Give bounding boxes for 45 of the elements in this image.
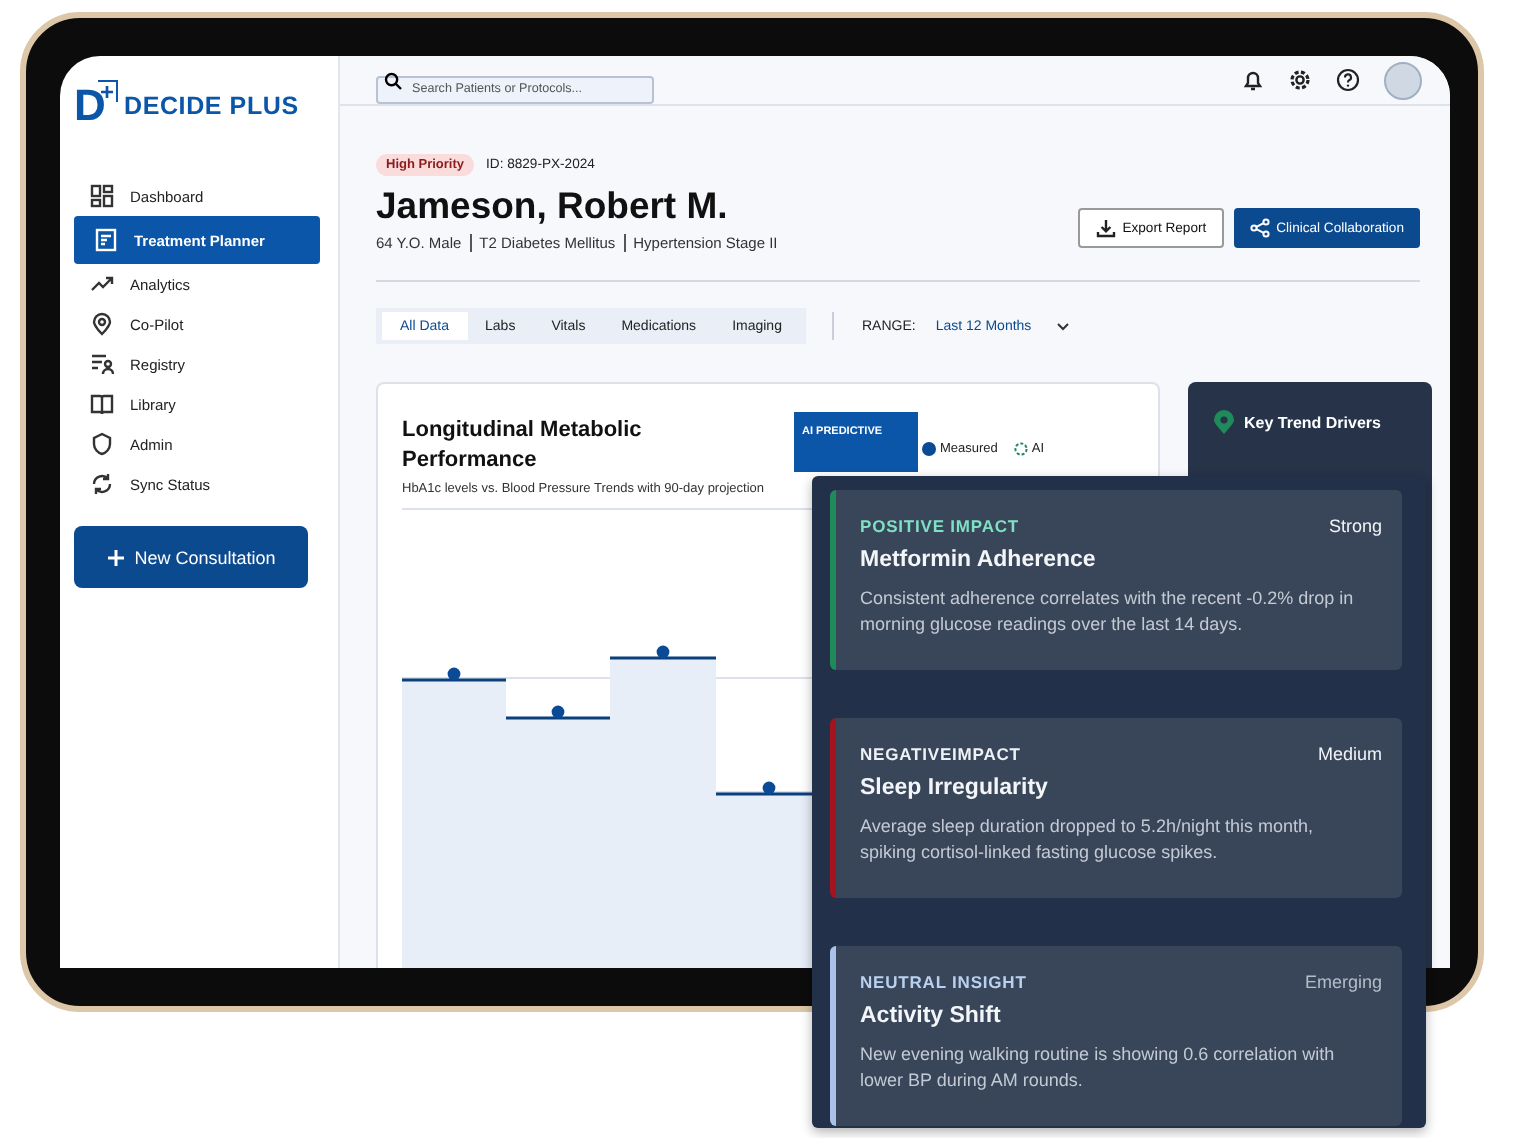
pin-icon <box>1214 410 1234 434</box>
dashed-circle-icon <box>1013 442 1028 456</box>
new-consultation-button[interactable]: New Consultation <box>74 526 308 588</box>
brand-name: DECIDE PLUS <box>124 91 299 119</box>
strength-label: Emerging <box>1304 972 1382 992</box>
impact-label: NEGATIVEIMPACT <box>860 744 1021 764</box>
step-line <box>506 716 610 720</box>
avatar[interactable] <box>1384 61 1422 99</box>
trend-line-icon <box>90 272 114 296</box>
location-pin-icon <box>90 312 114 336</box>
patient-name: Jameson, Robert M. <box>376 184 730 228</box>
step-line <box>402 678 506 682</box>
bell-icon <box>1242 68 1264 92</box>
driver-title: Metformin Adherence <box>860 548 1098 572</box>
share-icon <box>1250 218 1271 238</box>
driver-title: Sleep Irregularity <box>860 776 1050 800</box>
help-icon <box>1336 68 1360 92</box>
dot-icon <box>922 442 936 456</box>
driver-description: Average sleep duration dropped to 5.2h/night this month, spiking cortisol-linked fasting glucose spikes. <box>860 814 1315 866</box>
driver-title: Activity Shift <box>860 1004 1003 1028</box>
strength-label: Strong <box>1328 516 1382 536</box>
clipboard-icon <box>94 228 118 252</box>
chart-title: Longitudinal Metabolic Performance <box>402 416 644 476</box>
grid-icon <box>90 184 114 208</box>
data-point <box>656 645 670 659</box>
search-icon <box>384 71 402 89</box>
panel-title: Key Trend Drivers <box>1244 413 1381 431</box>
data-point <box>762 781 776 795</box>
data-point <box>447 667 461 681</box>
step-line <box>610 656 716 660</box>
chevron-down-icon <box>1055 321 1070 331</box>
impact-label: POSITIVE IMPACT <box>860 516 1020 536</box>
list-user-icon <box>90 352 114 376</box>
shield-icon <box>90 432 114 456</box>
open-book-icon <box>90 392 114 416</box>
logo-mark: D+ <box>74 83 118 127</box>
data-point <box>551 705 565 719</box>
driver-description: New evening walking routine is showing 0.6 correlation with lower BP during AM rounds. <box>860 1042 1337 1094</box>
driver-description: Consistent adherence correlates with the recent -0.2% drop in morning glucose readings over the last 14 days. <box>860 586 1356 638</box>
plus-icon <box>106 547 127 567</box>
strength-label: Medium <box>1317 744 1382 764</box>
impact-label: NEUTRAL INSIGHT <box>860 972 1027 992</box>
sync-icon <box>90 472 114 496</box>
download-icon <box>1096 218 1117 238</box>
settings-icon <box>1288 68 1312 92</box>
